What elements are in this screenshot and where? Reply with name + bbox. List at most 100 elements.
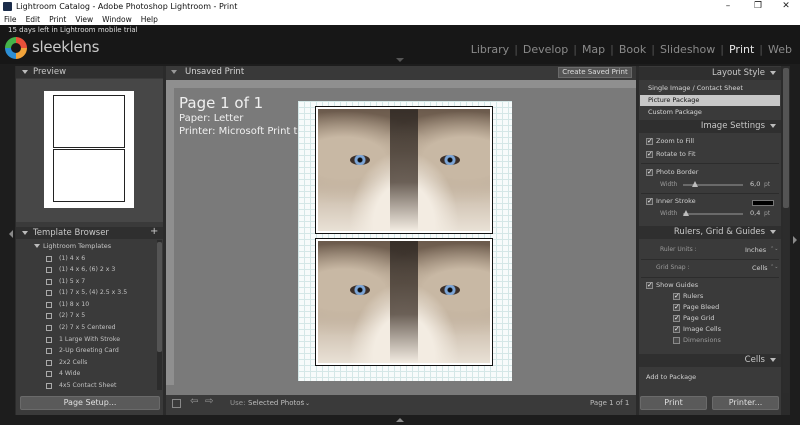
template-item[interactable]: 4 Wide: [16, 368, 163, 380]
previous-page-icon[interactable]: ⇦: [190, 396, 198, 407]
scrollbar-thumb[interactable]: [157, 242, 162, 352]
photo-border-checkbox[interactable]: ✓: [646, 169, 653, 176]
add-to-package-label: Add to Package: [646, 373, 697, 381]
maximize-button[interactable]: ❐: [743, 0, 773, 13]
slider-knob[interactable]: [683, 210, 689, 216]
border-width-unit: pt: [764, 181, 771, 188]
collapse-top-panel-icon[interactable]: [396, 58, 404, 62]
close-button[interactable]: ✕: [771, 0, 800, 13]
border-width-value[interactable]: 6,0: [750, 180, 760, 188]
module-web[interactable]: Web: [768, 43, 792, 56]
identity-plate-logo: sleeklens: [32, 38, 100, 56]
module-book[interactable]: Book: [619, 43, 646, 56]
preview-header[interactable]: Preview: [16, 66, 163, 78]
print-button[interactable]: Print: [640, 396, 707, 410]
layout-option-custom[interactable]: Custom Package: [640, 107, 780, 118]
template-item[interactable]: (1) 8 x 10: [16, 299, 163, 311]
image-settings-header[interactable]: Image Settings: [639, 120, 781, 133]
stroke-width-value[interactable]: 0,4: [750, 209, 760, 217]
collapse-triangle-icon: [770, 230, 776, 234]
template-folder[interactable]: Lightroom Templates: [16, 241, 163, 252]
dimensions-checkbox[interactable]: [673, 337, 680, 344]
rulers-checkbox[interactable]: ✓: [673, 293, 680, 300]
template-item[interactable]: (2) 7 x 5 Centered: [16, 322, 163, 334]
collection-menu-icon[interactable]: [171, 70, 177, 74]
slider-knob[interactable]: [692, 181, 698, 187]
module-library[interactable]: Library: [471, 43, 509, 56]
minimize-button[interactable]: –: [713, 0, 743, 13]
layout-style-header[interactable]: Layout Style: [639, 67, 781, 80]
template-item[interactable]: 2x2 Cells: [16, 357, 163, 369]
template-label: (1) 7 x 5, (4) 2.5 x 3.5: [59, 289, 128, 297]
template-item[interactable]: 2-Up Greeting Card: [16, 345, 163, 357]
trial-notice[interactable]: 15 days left in Lightroom mobile trial: [8, 26, 138, 34]
template-list-scrollbar[interactable]: [157, 240, 162, 390]
ruler-units-dropdown[interactable]: Inches: [745, 246, 766, 254]
husky-photo[interactable]: [318, 241, 490, 363]
template-item[interactable]: (1) 5 x 7: [16, 276, 163, 288]
layout-style-title: Layout Style: [712, 68, 765, 78]
ruler-units-label: Ruler Units :: [660, 246, 697, 253]
page-bleed-checkbox[interactable]: ✓: [673, 304, 680, 311]
create-saved-print-button[interactable]: Create Saved Print: [558, 67, 632, 78]
template-item[interactable]: 4x5 Contact Sheet: [16, 380, 163, 390]
use-dropdown-icon[interactable]: ⌃⌄: [300, 400, 310, 407]
template-item[interactable]: (1) 7 x 5, (4) 2.5 x 3.5: [16, 287, 163, 299]
divider: [641, 193, 779, 194]
printer-button[interactable]: Printer...: [712, 396, 779, 410]
add-template-button[interactable]: +: [150, 226, 158, 237]
show-guides-checkbox[interactable]: ✓: [646, 282, 653, 289]
ruler-units-dropdown-icon[interactable]: ⌃⌄: [770, 246, 778, 252]
module-print[interactable]: Print: [729, 43, 754, 56]
page-setup-button[interactable]: Page Setup...: [20, 396, 160, 410]
template-icon: [46, 348, 52, 355]
scrollbar-thumb[interactable]: [783, 68, 789, 208]
template-item[interactable]: (1) 4 x 6, (6) 2 x 3: [16, 264, 163, 276]
rotate-to-fit-checkbox[interactable]: ✓: [646, 151, 653, 158]
next-page-icon[interactable]: ⇨: [205, 396, 213, 407]
dimensions-label: Dimensions: [683, 336, 721, 344]
layout-option-single[interactable]: Single Image / Contact Sheet: [640, 83, 780, 94]
menu-edit[interactable]: Edit: [22, 15, 46, 24]
template-item[interactable]: (1) 4 x 6: [16, 253, 163, 265]
grid-snap-dropdown-icon[interactable]: ⌃⌄: [770, 264, 778, 270]
use-dropdown[interactable]: Selected Photos: [248, 399, 304, 407]
template-item[interactable]: (2) 7 x 5: [16, 310, 163, 322]
image-cells-checkbox[interactable]: ✓: [673, 326, 680, 333]
menu-window[interactable]: Window: [98, 15, 137, 24]
left-ruler: [166, 80, 174, 385]
stroke-color-swatch[interactable]: [752, 200, 774, 206]
menu-file[interactable]: File: [0, 15, 22, 24]
module-map[interactable]: Map: [582, 43, 605, 56]
collapse-right-panel-icon[interactable]: [793, 236, 797, 244]
module-slideshow[interactable]: Slideshow: [660, 43, 715, 56]
left-edge-strip[interactable]: [0, 66, 15, 425]
menu-help[interactable]: Help: [137, 15, 163, 24]
template-browser-header[interactable]: Template Browser +: [16, 226, 163, 239]
right-edge-strip[interactable]: [790, 66, 800, 425]
inner-stroke-label: Inner Stroke: [656, 197, 696, 205]
cells-header[interactable]: Cells: [639, 354, 781, 367]
stroke-width-slider[interactable]: [683, 210, 743, 216]
menu-view[interactable]: View: [71, 15, 98, 24]
collapse-filmstrip-icon[interactable]: [396, 418, 404, 422]
inner-stroke-checkbox[interactable]: ✓: [646, 198, 653, 205]
print-title: Unsaved Print: [185, 67, 245, 77]
page-view-checkbox[interactable]: [172, 399, 181, 408]
collapse-left-panel-icon[interactable]: [9, 230, 13, 238]
rulers-grid-guides-header[interactable]: Rulers, Grid & Guides: [639, 226, 781, 239]
zoom-to-fill-checkbox[interactable]: ✓: [646, 138, 653, 145]
grid-snap-dropdown[interactable]: Cells: [752, 264, 768, 272]
layout-option-picture-package[interactable]: Picture Package: [640, 95, 780, 106]
photo-eye: [440, 155, 460, 165]
collapse-triangle-icon: [770, 71, 776, 75]
border-width-slider[interactable]: [683, 181, 743, 187]
page-grid-checkbox[interactable]: ✓: [673, 315, 680, 322]
template-item[interactable]: 1 Large With Stroke: [16, 334, 163, 346]
right-panel-scrollbar[interactable]: [783, 66, 789, 393]
page-info-title: Page 1 of 1: [179, 94, 264, 112]
template-icon: [46, 278, 52, 285]
husky-photo[interactable]: [318, 109, 490, 231]
menu-print[interactable]: Print: [45, 15, 71, 24]
module-develop[interactable]: Develop: [523, 43, 568, 56]
